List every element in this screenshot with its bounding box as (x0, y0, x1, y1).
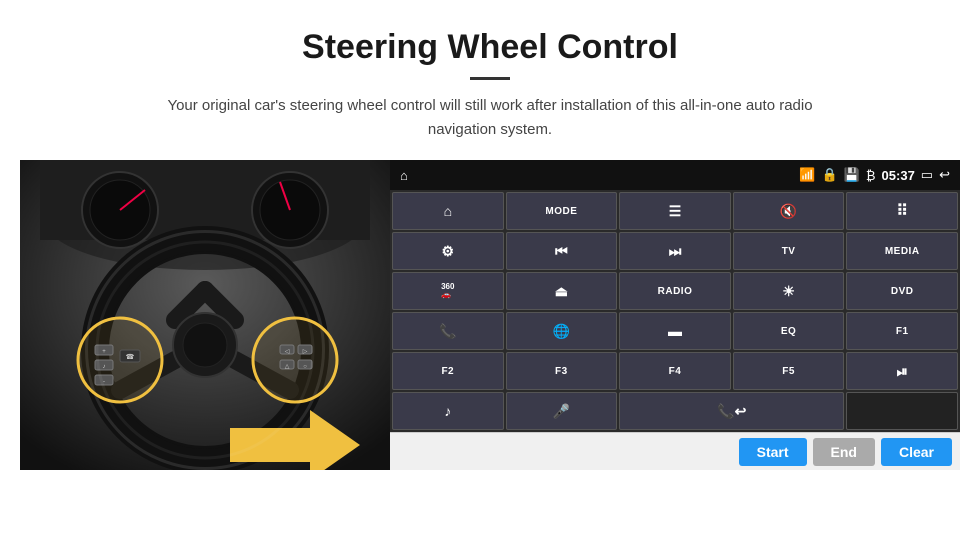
start-button[interactable]: Start (739, 438, 807, 466)
f1-btn[interactable]: F1 (846, 312, 958, 350)
svg-text:+: + (102, 349, 106, 355)
title-divider (470, 77, 510, 80)
prev-btn[interactable]: ⏮ (506, 232, 618, 270)
status-bar: ⌂ 📶 🔒 💾 ₿ 05:37 ▭ ↩ (390, 160, 960, 190)
svg-text:◁: ◁ (285, 349, 290, 355)
status-bar-left: ⌂ (400, 168, 408, 183)
call-end-btn[interactable]: 📞↩ (619, 392, 844, 430)
settings-btn[interactable]: ⚙ (392, 232, 504, 270)
nav-btn[interactable]: 🌐 (506, 312, 618, 350)
music-btn[interactable]: ♪ (392, 392, 504, 430)
f3-btn[interactable]: F3 (506, 352, 618, 390)
phone-btn[interactable]: 📞 (392, 312, 504, 350)
brightness-btn[interactable]: ☀ (733, 272, 845, 310)
display-btn[interactable]: ▬ (619, 312, 731, 350)
lock-icon: 🔒 (822, 167, 838, 183)
sd-icon: 💾 (844, 167, 860, 183)
media-btn[interactable]: MEDIA (846, 232, 958, 270)
cam360-btn[interactable]: 360🚗 (392, 272, 504, 310)
back-icon: ↩ (939, 167, 950, 183)
eq-btn[interactable]: EQ (733, 312, 845, 350)
android-panel: ⌂ 📶 🔒 💾 ₿ 05:37 ▭ ↩ ⌂ MODE ☰ 🔇 (390, 160, 960, 470)
svg-text:♪: ♪ (103, 364, 106, 370)
steering-wheel-image: + ♪ - ☎ ◁ ▷ △ ○ (20, 160, 390, 470)
home-btn[interactable]: ⌂ (392, 192, 504, 230)
car-image-container: + ♪ - ☎ ◁ ▷ △ ○ (20, 160, 390, 470)
mic-btn[interactable]: 🎤 (506, 392, 618, 430)
playpause-btn[interactable]: ⏯ (846, 352, 958, 390)
page-wrapper: Steering Wheel Control Your original car… (0, 0, 980, 470)
wifi-icon: 📶 (799, 167, 815, 183)
empty-btn (846, 392, 958, 430)
subtitle-text: Your original car's steering wheel contr… (140, 94, 840, 142)
svg-text:○: ○ (303, 364, 307, 370)
svg-text:☎: ☎ (126, 353, 135, 361)
header-section: Steering Wheel Control Your original car… (0, 0, 980, 160)
mode-btn[interactable]: MODE (506, 192, 618, 230)
f5-btn[interactable]: F5 (733, 352, 845, 390)
status-bar-right: 📶 🔒 💾 ₿ 05:37 ▭ ↩ (799, 167, 950, 183)
svg-text:△: △ (285, 364, 290, 370)
list-btn[interactable]: ☰ (619, 192, 731, 230)
bottom-bar: Start End Clear (390, 432, 960, 470)
next-btn[interactable]: ⏭ (619, 232, 731, 270)
mute-btn[interactable]: 🔇 (733, 192, 845, 230)
radio-btn[interactable]: RADIO (619, 272, 731, 310)
dvd-btn[interactable]: DVD (846, 272, 958, 310)
f2-btn[interactable]: F2 (392, 352, 504, 390)
screen-icon: ▭ (921, 167, 933, 183)
svg-text:▷: ▷ (303, 349, 308, 355)
bt-icon: ₿ (866, 168, 876, 183)
tv-btn[interactable]: TV (733, 232, 845, 270)
eject-btn[interactable]: ⏏ (506, 272, 618, 310)
time-display: 05:37 (882, 168, 915, 183)
f4-btn[interactable]: F4 (619, 352, 731, 390)
page-title: Steering Wheel Control (40, 28, 940, 67)
home-status-icon: ⌂ (400, 168, 408, 183)
apps-btn[interactable]: ⠿ (846, 192, 958, 230)
clear-button[interactable]: Clear (881, 438, 952, 466)
content-section: + ♪ - ☎ ◁ ▷ △ ○ (0, 160, 980, 470)
end-button[interactable]: End (813, 438, 875, 466)
button-grid: ⌂ MODE ☰ 🔇 ⠿ ⚙ ⏮ ⏭ TV MEDIA 360🚗 ⏏ RADIO… (390, 190, 960, 432)
